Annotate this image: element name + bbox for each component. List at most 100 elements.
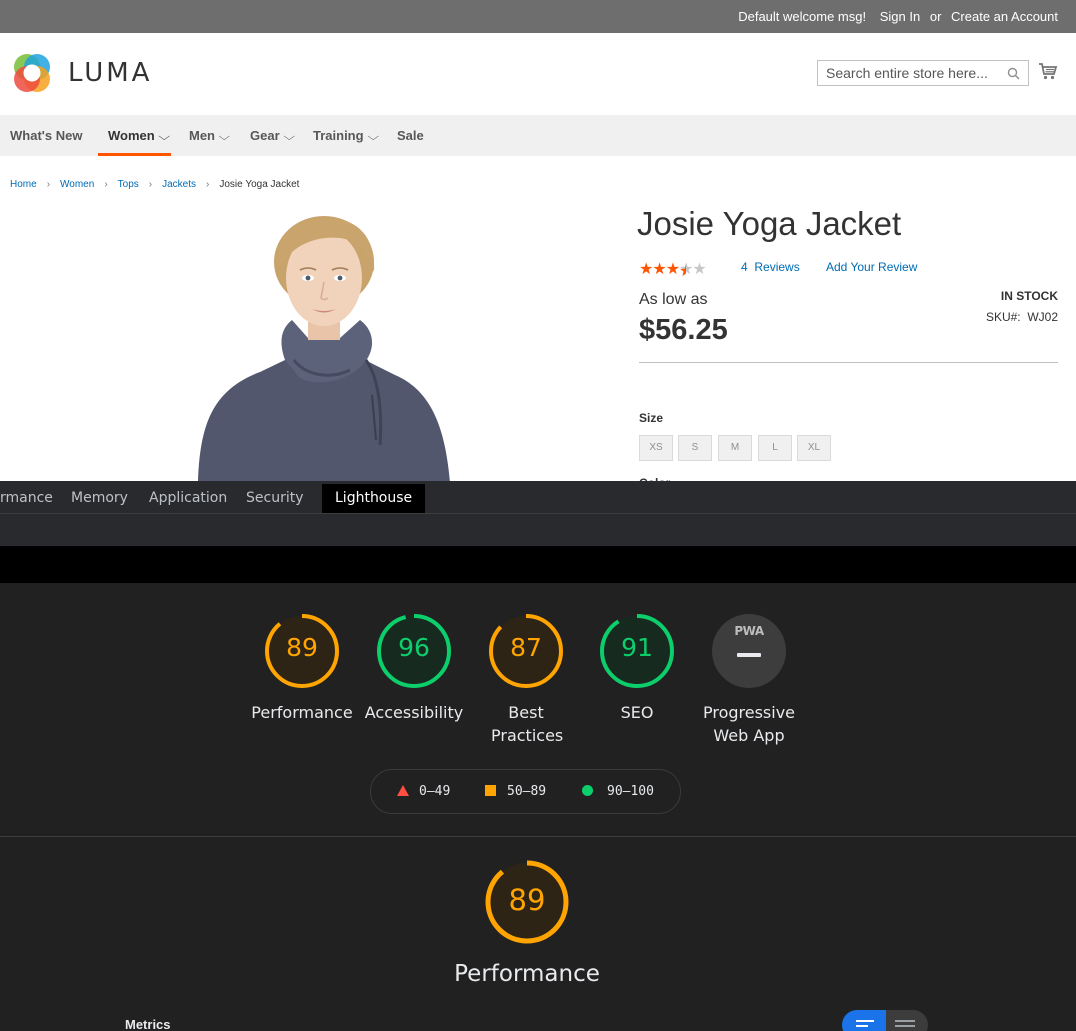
search-input[interactable]: Search entire store here... [817,60,1029,86]
view-toggle-list-button[interactable] [842,1010,886,1031]
gauge-performance[interactable]: 89 Performance [242,613,362,724]
breadcrumb: Home › Women › Tops › Jackets › Josie Yoga Jacke… [10,179,299,190]
score-legend: 0–49 50–89 90–100 [370,769,681,814]
tab-performance[interactable]: rmance [0,490,53,506]
sku-line: SKU#: WJ02 [986,310,1058,324]
view-toggle-detail-button[interactable] [886,1010,928,1031]
breadcrumb-tops[interactable]: Tops [118,179,139,190]
sku-value: WJ02 [1027,310,1058,324]
main-navigation: What's New Women ⌵ Men ⌵ Gear ⌵ Training ⌵ S… [0,115,1076,156]
or-text: or [929,9,942,24]
welcome-message: Default welcome msg! [738,9,867,24]
gauge-accessibility[interactable]: 96 Accessibility [354,613,474,724]
gauge-score: 96 [398,633,430,662]
metrics-view-toggle [842,1010,928,1031]
product-price: $56.25 [639,314,728,346]
performance-title: Performance [454,961,600,987]
gauge-label: Performance [251,703,353,722]
nav-item-label: Men [189,128,215,143]
chevron-right-icon: › [148,179,153,190]
reviews-count: 4 [741,260,748,274]
pwa-badge-text: PWA [734,624,764,638]
circle-icon [582,785,593,796]
sign-in-link[interactable]: Sign In [880,9,920,24]
tab-application[interactable]: Application [149,490,227,506]
header-links: Default welcome msg! Sign In or Create a… [732,9,1058,24]
nav-item-label: Training [313,128,364,143]
store-header: LUMA Search entire store here... [0,33,1076,115]
nav-item-sale[interactable]: Sale [397,128,424,143]
gauge-score: 87 [510,633,542,662]
reviews-label: Reviews [754,260,800,274]
nav-item-label: What's New [10,128,83,143]
detail-view-icon [895,1020,915,1030]
performance-score-large: 89 [508,883,546,917]
lighthouse-report-header [0,546,1076,583]
reviews-link[interactable]: 4 Reviews [741,260,800,274]
logo-text: LUMA [68,58,153,88]
nav-active-indicator [98,153,171,156]
nav-item-label: Gear [250,128,280,143]
nav-item-gear[interactable]: Gear ⌵ [250,128,295,144]
lighthouse-toolbar [0,514,1076,546]
legend-item-average: 50–89 [485,784,546,799]
star-icon: ★ [665,261,680,278]
triangle-icon [397,785,409,796]
product-image[interactable] [190,210,460,482]
breadcrumb-current: Josie Yoga Jacket [219,179,300,190]
tab-lighthouse[interactable]: Lighthouse [322,484,426,513]
star-icon: ★ [652,261,666,278]
breadcrumb-women[interactable]: Women [60,179,94,190]
nav-item-whats-new[interactable]: What's New [10,128,82,143]
size-swatch-xl[interactable]: XL [797,435,831,461]
star-icon: ★ [639,261,653,278]
size-swatch-s[interactable]: S [678,435,712,461]
tab-security[interactable]: Security [246,490,304,506]
square-icon [485,785,496,796]
breadcrumb-home[interactable]: Home [10,179,37,190]
nav-item-label: Women [108,128,155,143]
as-low-as-label: As low as [639,291,708,308]
size-swatch-xs[interactable]: XS [639,435,673,461]
gauge-label: Progressive Web App [702,703,796,745]
breadcrumb-jackets[interactable]: Jackets [162,179,196,190]
gauge-pwa[interactable]: PWA Progressive Web App [689,613,809,747]
chevron-down-icon: ⌵ [282,131,295,143]
search-icon[interactable] [1007,67,1020,80]
legend-item-fail: 0–49 [397,784,450,799]
devtools-tab-bar: rmance Memory Application Security Light… [0,481,1076,514]
star-icon: ★ [692,261,706,278]
lighthouse-report: 89 Performance 96 Accessibility 87 Best … [0,583,1076,1031]
section-divider [0,836,1076,837]
list-view-icon [856,1020,874,1030]
nav-item-women[interactable]: Women ⌵ [108,128,170,144]
divider [639,362,1058,363]
size-label: Size [639,411,664,425]
size-swatch-l[interactable]: L [758,435,792,461]
chevron-down-icon: ⌵ [366,131,379,143]
nav-item-training[interactable]: Training ⌵ [313,128,379,144]
half-star-icon: ★★ [679,261,693,280]
devtools-panel: rmance Memory Application Security Light… [0,481,1076,1031]
sku-label: SKU#: [985,310,1021,324]
metrics-heading: Metrics [125,1017,171,1031]
gauge-score: 91 [621,633,653,662]
cart-icon[interactable] [1038,61,1058,81]
chevron-down-icon: ⌵ [158,131,170,143]
create-account-link[interactable]: Create an Account [951,9,1058,24]
legend-item-pass: 90–100 [582,784,654,799]
search-placeholder: Search entire store here... [826,65,988,81]
legend-range: 90–100 [607,784,654,799]
store-top-bar: Default welcome msg! Sign In or Create a… [0,0,1076,33]
size-swatch-m[interactable]: M [718,435,752,461]
chevron-right-icon: › [46,179,51,190]
stock-status: IN STOCK [1000,289,1058,303]
chevron-right-icon: › [104,179,108,190]
rating-stars: ★★★★★★ [639,259,707,280]
gauge-seo[interactable]: 91 SEO [577,613,697,724]
nav-item-men[interactable]: Men ⌵ [189,128,230,144]
add-review-link[interactable]: Add Your Review [826,260,917,274]
store-logo[interactable]: LUMA [10,51,152,95]
tab-memory[interactable]: Memory [71,490,128,506]
gauge-best-practices[interactable]: 87 Best Practices [466,613,586,747]
